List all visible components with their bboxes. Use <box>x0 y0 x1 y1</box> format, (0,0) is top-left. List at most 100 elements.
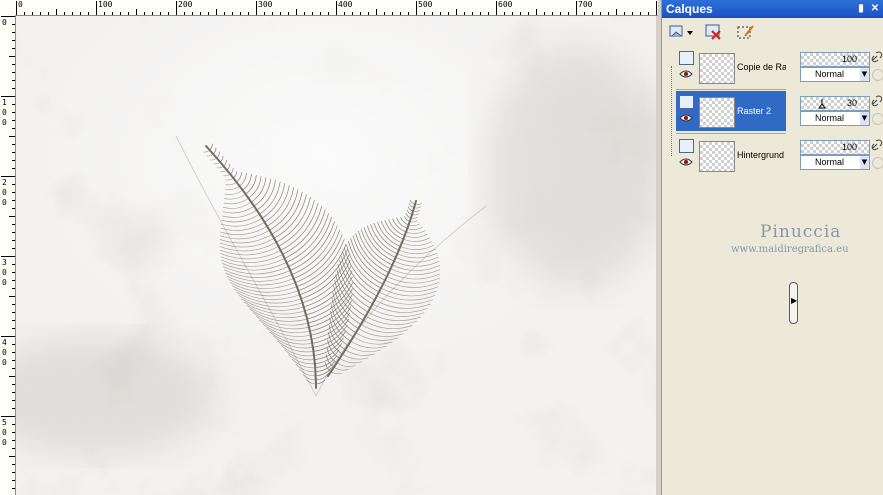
layer-thumbnail[interactable] <box>699 97 735 128</box>
ruler-tick <box>12 304 15 305</box>
ruler-tick <box>352 12 353 15</box>
layer-row[interactable]: Raster 2 <box>676 91 786 131</box>
ruler-tick <box>648 12 649 15</box>
ruler-tick <box>264 12 265 15</box>
opacity-field[interactable]: 100 <box>800 52 870 67</box>
visibility-eye-icon[interactable] <box>679 157 693 167</box>
opacity-field[interactable]: 100 <box>800 140 870 155</box>
link-icon[interactable] <box>871 139 883 151</box>
ruler-label: 1 0 0 <box>2 98 7 127</box>
delete-layer-button[interactable] <box>702 21 726 43</box>
layer-properties: 100 Normal ▼ <box>797 135 883 175</box>
layer-type-icon[interactable] <box>679 139 694 153</box>
opacity-value: 100 <box>841 54 857 64</box>
ruler-tick <box>12 40 15 41</box>
lock-icon[interactable] <box>872 157 883 169</box>
ruler-tick <box>192 12 193 15</box>
ruler-tick <box>200 12 201 15</box>
layer-thumbnail[interactable] <box>699 53 735 84</box>
ruler-tick <box>48 12 49 15</box>
ruler-tick <box>88 12 89 15</box>
ruler-tick <box>12 472 15 473</box>
ruler-label: 400 <box>338 0 353 9</box>
ruler-tick <box>12 112 15 113</box>
ruler-tick <box>120 12 121 15</box>
link-icon[interactable] <box>871 95 883 107</box>
ruler-tick <box>248 12 249 15</box>
visibility-eye-icon[interactable] <box>679 113 693 123</box>
ruler-tick <box>12 272 15 273</box>
blend-mode-select[interactable]: Normal ▼ <box>800 67 870 82</box>
ruler-tick <box>576 1 577 15</box>
ruler-tick <box>152 12 153 15</box>
pin-icon[interactable]: ▮ <box>855 3 867 15</box>
ruler-tick <box>296 9 297 15</box>
edit-selection-icon <box>737 25 754 39</box>
ruler-tick <box>12 168 15 169</box>
panel-title-bar[interactable]: Calques ▮ ✕ <box>662 0 883 18</box>
opacity-slider-icon[interactable] <box>818 99 826 109</box>
ruler-label: 5 0 0 <box>2 418 7 447</box>
blend-mode-select[interactable]: Normal ▼ <box>800 111 870 126</box>
chevron-down-icon: ▼ <box>860 156 869 169</box>
ruler-tick <box>9 56 15 57</box>
horizontal-ruler: 0 100 200 300 400 500 600 700 <box>0 0 658 16</box>
blend-mode-value: Normal <box>815 69 845 79</box>
ruler-tick <box>12 464 15 465</box>
link-icon[interactable] <box>871 51 883 63</box>
ruler-tick <box>520 12 521 15</box>
ruler-tick <box>12 120 15 121</box>
layer-type-icon[interactable] <box>679 95 694 109</box>
panel-divider[interactable] <box>792 44 796 495</box>
blend-mode-value: Normal <box>815 157 845 167</box>
ruler-tick <box>12 240 15 241</box>
ruler-tick <box>12 248 15 249</box>
layer-thumbnail[interactable] <box>699 141 735 172</box>
ruler-tick <box>160 12 161 15</box>
ruler-tick <box>9 136 15 137</box>
ruler-tick <box>448 12 449 15</box>
ruler-tick <box>280 12 281 15</box>
ruler-label: 300 <box>258 0 273 9</box>
ruler-tick <box>408 12 409 15</box>
layer-name[interactable]: Hintergrund <box>737 150 786 160</box>
ruler-tick <box>656 1 657 15</box>
ruler-tick <box>12 104 15 105</box>
opacity-field[interactable]: 30 <box>800 96 870 111</box>
layer-row[interactable]: Hintergrund <box>676 135 786 175</box>
layer-name[interactable]: Raster 2 <box>737 106 786 116</box>
new-layer-button[interactable] <box>666 21 696 43</box>
ruler-tick <box>528 12 529 15</box>
ruler-label: 500 <box>418 0 433 9</box>
layer-properties: 30 Normal ▼ <box>797 91 883 131</box>
layer-name[interactable]: Copie de Ra <box>737 62 786 72</box>
layer-row[interactable]: Copie de Ra <box>676 47 786 87</box>
chevron-down-icon: ▼ <box>860 68 869 81</box>
ruler-tick <box>12 352 15 353</box>
splitter-handle[interactable]: ▶ <box>789 282 798 324</box>
ruler-tick <box>12 24 15 25</box>
close-icon[interactable]: ✕ <box>869 3 881 15</box>
ruler-tick <box>1 336 15 337</box>
ruler-tick <box>168 12 169 15</box>
ruler-tick <box>336 1 337 15</box>
ruler-tick <box>12 400 15 401</box>
edit-selection-button[interactable] <box>734 21 758 43</box>
lock-icon[interactable] <box>872 69 883 81</box>
ruler-tick <box>568 12 569 15</box>
canvas-artwork <box>16 16 656 495</box>
ruler-tick <box>32 12 33 15</box>
ruler-tick <box>472 12 473 15</box>
lock-icon[interactable] <box>872 113 883 125</box>
ruler-tick <box>12 384 15 385</box>
image-canvas[interactable] <box>16 16 656 495</box>
ruler-tick <box>608 12 609 15</box>
ruler-tick <box>12 288 15 289</box>
ruler-tick <box>320 12 321 15</box>
blend-mode-select[interactable]: Normal ▼ <box>800 155 870 170</box>
layer-type-icon[interactable] <box>679 51 694 65</box>
ruler-tick <box>12 360 15 361</box>
ruler-tick <box>12 72 15 73</box>
ruler-tick <box>12 328 15 329</box>
visibility-eye-icon[interactable] <box>679 69 693 79</box>
